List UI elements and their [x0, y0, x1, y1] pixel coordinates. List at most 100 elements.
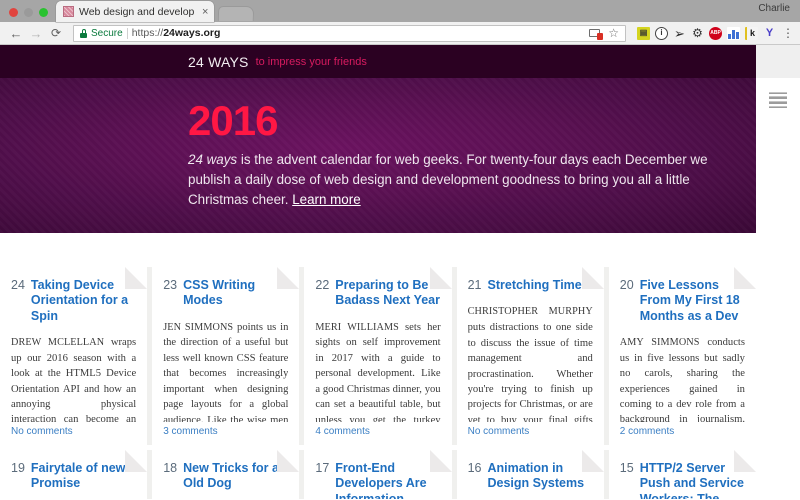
article-title[interactable]: Animation in Design Systems	[488, 461, 593, 492]
article-excerpt: Drew McLellan wraps up our 2016 season w…	[11, 335, 136, 422]
web-page: 24 WAYS to impress your friends 2016 24 …	[0, 45, 800, 499]
article-card[interactable]: 18 New Tricks for an Old Dog Tom Ashwort…	[152, 450, 300, 499]
profile-name-label[interactable]: Charlie	[758, 3, 790, 14]
article-comments-link[interactable]: 4 comments	[315, 426, 440, 437]
browser-toolbar: ← → ⟳ Secure https://24ways.org ☆ ▤ i ➢ …	[0, 22, 800, 45]
close-tab-icon[interactable]: ×	[200, 6, 208, 17]
article-title[interactable]: New Tricks for an Old Dog	[183, 461, 288, 492]
article-card[interactable]: 16 Animation in Design Systems Sarah Dra…	[456, 450, 604, 499]
brand-number: 24	[188, 53, 204, 70]
article-excerpt: Amy Simmons conducts us in five lessons …	[620, 335, 745, 422]
article-day: 20	[619, 278, 634, 292]
article-title[interactable]: Front-End Developers Are Information Arc…	[335, 461, 440, 499]
chrome-menu-icon[interactable]: ⋮	[781, 27, 794, 39]
article-title[interactable]: Stretching Time	[488, 278, 582, 293]
article-excerpt-body: points us in the direction of a useful b…	[163, 321, 289, 423]
reload-icon[interactable]: ⟳	[47, 24, 65, 42]
address-bar-url: https://24ways.org	[132, 27, 221, 39]
article-excerpt: Meri Williams sets her sights on self im…	[315, 320, 440, 423]
article-author: Amy Simmons	[619, 336, 700, 348]
article-comments-link[interactable]: No comments	[468, 426, 593, 437]
back-icon[interactable]: ←	[7, 24, 25, 42]
article-excerpt-body: wraps up our 2016 season with a look at …	[11, 336, 137, 422]
article-author: Christopher Murphy	[467, 306, 593, 318]
article-card[interactable]: 17 Front-End Developers Are Information …	[304, 450, 452, 499]
article-day: 15	[619, 461, 634, 475]
article-grid-row-2: 19 Fairytale of new Promise Mat Marquis …	[0, 450, 756, 499]
info-extension-icon[interactable]: i	[655, 26, 668, 40]
browser-tab[interactable]: Web design and development ×	[56, 1, 215, 22]
address-bar-divider	[126, 27, 128, 39]
site-header-bar: 24 WAYS to impress your friends	[0, 45, 756, 78]
article-card[interactable]: 22 Preparing to Be Badass Next Year Meri…	[304, 267, 452, 445]
article-title[interactable]: Preparing to Be Badass Next Year	[335, 278, 440, 309]
article-title[interactable]: Five Lessons From My First 18 Months as …	[640, 278, 745, 324]
year-heading: 2016	[188, 97, 278, 144]
article-title[interactable]: CSS Writing Modes	[183, 278, 288, 309]
menu-gutter-top	[756, 45, 800, 78]
hero-intro-emphasis: 24 ways	[188, 152, 238, 167]
cursor-extension-icon[interactable]: ➢	[673, 27, 686, 40]
article-author: Drew McLellan	[11, 336, 105, 348]
article-card[interactable]: 23 CSS Writing Modes Jen Simmons points …	[152, 267, 300, 445]
url-scheme: https://	[131, 27, 164, 39]
article-title[interactable]: Fairytale of new Promise	[31, 461, 136, 492]
article-excerpt: Jen Simmons points us in the direction o…	[163, 320, 288, 423]
article-card[interactable]: 15 HTTP/2 Server Push and Service Worker…	[608, 450, 756, 499]
address-bar[interactable]: Secure https://24ways.org ☆	[73, 24, 626, 42]
hamburger-icon	[769, 91, 787, 111]
article-title[interactable]: Taking Device Orientation for a Spin	[31, 278, 136, 324]
article-card[interactable]: 21 Stretching Time Christopher Murphy pu…	[456, 267, 604, 445]
tab-strip: Web design and development × Charlie	[0, 0, 800, 22]
article-day: 17	[315, 461, 330, 475]
hero-intro-text: 24 ways is the advent calendar for web g…	[188, 150, 716, 209]
article-grid-row-1: 24 Taking Device Orientation for a Spin …	[0, 267, 756, 445]
article-day: 19	[11, 461, 25, 475]
gear-extension-icon[interactable]: ⚙	[691, 27, 704, 40]
article-comments-link[interactable]: No comments	[11, 426, 136, 437]
article-comments-link[interactable]: 2 comments	[620, 426, 745, 437]
security-status-label: Secure	[91, 27, 123, 39]
menu-button[interactable]	[756, 89, 800, 113]
close-window-button[interactable]	[9, 8, 18, 17]
article-day: 16	[467, 461, 482, 475]
menu-gutter	[756, 78, 800, 499]
site-tagline: to impress your friends	[255, 55, 367, 68]
learn-more-link[interactable]: Learn more	[292, 192, 360, 207]
extensions-bar: ▤ i ➢ ⚙ ABP k Y ⋮	[632, 26, 794, 40]
minimize-window-button[interactable]	[24, 8, 33, 17]
forward-icon[interactable]: →	[27, 24, 45, 42]
article-excerpt-body: sets her sights on self improvement in 2…	[315, 321, 441, 423]
keyboard-extension-icon[interactable]: k	[745, 26, 758, 40]
article-author: Jen Simmons	[163, 321, 234, 333]
maximize-window-button[interactable]	[39, 8, 48, 17]
site-hero: 24 WAYS to impress your friends 2016 24 …	[0, 45, 756, 234]
article-card[interactable]: 20 Five Lessons From My First 18 Months …	[608, 267, 756, 445]
adblock-extension-icon[interactable]: ABP	[709, 26, 722, 40]
window-controls	[0, 8, 56, 22]
article-excerpt: Christopher Murphy puts distractions to …	[468, 304, 593, 422]
hero-body: 2016 24 ways is the advent calendar for …	[0, 78, 756, 233]
article-card[interactable]: 24 Taking Device Orientation for a Spin …	[0, 267, 148, 445]
bookmark-star-icon[interactable]: ☆	[608, 27, 619, 39]
article-author: Meri Williams	[315, 321, 399, 333]
browser-window: Web design and development × Charlie ← →…	[0, 0, 800, 500]
chart-extension-icon[interactable]	[727, 26, 740, 40]
camera-blocked-icon[interactable]	[589, 28, 604, 40]
favicon-icon	[63, 6, 74, 17]
site-logo[interactable]: 24 WAYS	[188, 54, 249, 70]
article-title[interactable]: HTTP/2 Server Push and Service Workers: …	[640, 461, 745, 499]
new-tab-button[interactable]	[218, 6, 255, 21]
tab-title: Web design and development	[79, 5, 195, 18]
article-day: 24	[11, 278, 25, 292]
article-excerpt-body: conducts us in five lessons but sadly no…	[619, 336, 745, 422]
article-excerpt-body: puts distractions to one side to discuss…	[467, 322, 593, 422]
article-day: 18	[163, 461, 178, 475]
article-comments-link[interactable]: 3 comments	[163, 426, 288, 437]
article-day: 21	[467, 278, 482, 292]
yandex-extension-icon[interactable]: Y	[763, 27, 776, 40]
url-host: 24ways.org	[163, 27, 221, 39]
brand-word: WAYS	[208, 53, 249, 70]
lastpass-extension-icon[interactable]: ▤	[637, 26, 650, 40]
article-card[interactable]: 19 Fairytale of new Promise Mat Marquis …	[0, 450, 148, 499]
